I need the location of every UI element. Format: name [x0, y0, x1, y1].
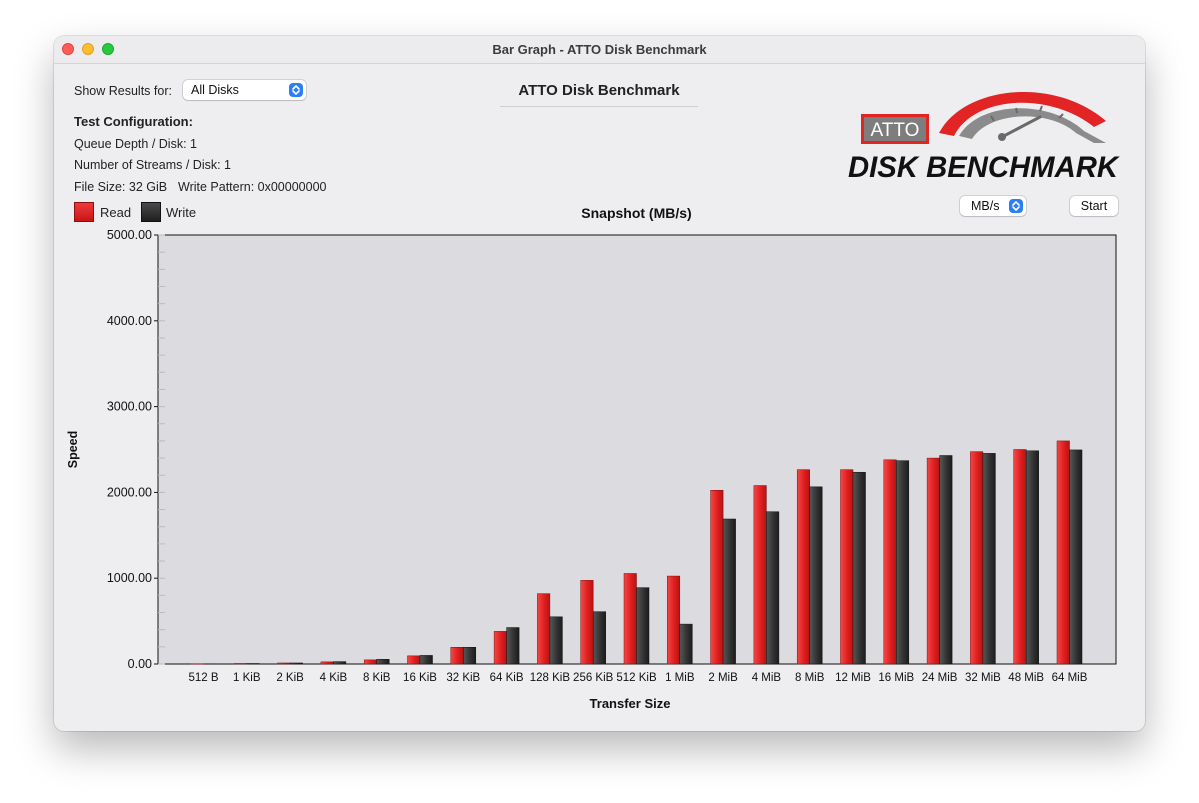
bar-read — [1013, 449, 1027, 665]
disk-select-value: All Disks — [191, 83, 239, 97]
x-tick-label: 4 MiB — [752, 672, 782, 684]
bar-read — [796, 469, 810, 665]
write-pattern-label: Write Pattern: 0x00000000 — [178, 180, 327, 194]
bar-write — [203, 663, 217, 665]
bar-write — [766, 511, 780, 665]
bar-chart: 0.00 1000.00 2000.00 3000.00 4000.00 5000.00 S… — [66, 228, 1117, 711]
bar-read — [883, 459, 897, 665]
chevron-updown-icon — [1009, 199, 1023, 213]
bar-read — [1056, 440, 1070, 665]
legend-read-swatch — [74, 202, 94, 222]
legend-write-swatch — [141, 202, 161, 222]
chevron-updown-icon — [289, 83, 303, 97]
x-tick-label: 16 MiB — [878, 672, 914, 684]
app-window: Bar Graph - ATTO Disk Benchmark Show Res… — [54, 36, 1145, 731]
bar-write — [636, 587, 650, 665]
bar-write — [246, 663, 260, 665]
atto-logo: ATTO DISK BENCHMARK — [844, 81, 1124, 184]
bar-read — [970, 451, 984, 665]
bar-read — [580, 580, 594, 665]
x-tick-label: 8 KiB — [363, 672, 391, 684]
x-tick-label: 2 MiB — [708, 672, 738, 684]
x-tick-label: 1 MiB — [665, 672, 695, 684]
y-axis-label: Speed — [66, 431, 80, 469]
units-select[interactable]: MB/s — [960, 196, 1026, 216]
x-tick-label: 512 B — [188, 672, 218, 684]
bar-read — [667, 575, 681, 665]
bar-read — [363, 659, 377, 665]
x-tick-label: 4 KiB — [320, 672, 348, 684]
bar-write — [592, 611, 606, 665]
x-tick-label: 32 MiB — [965, 672, 1001, 684]
app-header-title: ATTO Disk Benchmark — [518, 82, 680, 99]
bar-write — [679, 623, 693, 665]
x-tick-label: 64 KiB — [490, 672, 524, 684]
x-tick-label: 12 MiB — [835, 672, 871, 684]
bar-write — [289, 662, 303, 665]
bar-read — [840, 469, 854, 665]
bar-write — [939, 455, 953, 665]
bar-read — [277, 662, 291, 665]
bar-read — [320, 661, 334, 665]
bar-read — [753, 485, 767, 665]
bar-read — [407, 655, 421, 665]
x-tick-label: 2 KiB — [276, 672, 304, 684]
bar-write — [852, 471, 866, 665]
bar-read — [493, 631, 507, 665]
x-tick-label: 8 MiB — [795, 672, 825, 684]
show-results-label: Show Results for: — [74, 84, 172, 98]
y-tick-label: 3000.00 — [107, 400, 152, 414]
x-tick-label: 32 KiB — [446, 672, 480, 684]
bar-write — [419, 655, 433, 665]
y-tick-label: 1000.00 — [107, 571, 152, 585]
bar-read — [623, 573, 637, 665]
bar-write — [722, 518, 736, 665]
y-tick-label: 5000.00 — [107, 228, 152, 242]
queue-depth-label: Queue Depth / Disk: 1 — [74, 137, 197, 151]
bar-write — [506, 627, 520, 665]
header-divider — [500, 106, 698, 107]
bar-write — [809, 486, 823, 665]
bar-write — [376, 659, 390, 665]
test-config-heading: Test Configuration: — [74, 114, 193, 129]
y-tick-label: 0.00 — [128, 657, 152, 671]
x-tick-label: 1 KiB — [233, 672, 261, 684]
chart-title: Snapshot (MB/s) — [581, 205, 692, 221]
x-tick-label: 64 MiB — [1052, 672, 1088, 684]
logo-wordmark: DISK BENCHMARK — [848, 151, 1120, 181]
window-title: Bar Graph - ATTO Disk Benchmark — [492, 42, 707, 57]
bar-write — [333, 661, 347, 665]
bar-write — [982, 453, 996, 665]
legend-read-label: Read — [100, 205, 132, 220]
bar-read — [926, 457, 940, 665]
disk-select[interactable]: All Disks — [183, 80, 306, 100]
start-button[interactable]: Start — [1070, 196, 1118, 216]
legend-write-label: Write — [166, 205, 197, 220]
units-select-value: MB/s — [971, 199, 1000, 213]
y-tick-label: 4000.00 — [107, 314, 152, 328]
bar-read — [537, 593, 551, 665]
x-tick-label: 128 KiB — [530, 672, 571, 684]
file-size-label: File Size: 32 GiB — [74, 180, 168, 194]
y-tick-label: 2000.00 — [107, 485, 152, 499]
bar-write — [896, 460, 910, 665]
bar-write — [1069, 449, 1083, 665]
x-tick-label: 256 KiB — [573, 672, 614, 684]
x-axis-label: Transfer Size — [590, 696, 671, 711]
x-tick-label: 16 KiB — [403, 672, 437, 684]
bar-write — [549, 616, 563, 665]
bar-read — [710, 490, 724, 665]
title-bar: Bar Graph - ATTO Disk Benchmark — [54, 36, 1145, 64]
x-tick-label: 48 MiB — [1008, 672, 1044, 684]
x-tick-label: 512 KiB — [616, 672, 657, 684]
bar-read — [450, 647, 464, 665]
bar-write — [463, 647, 477, 665]
bar-read — [234, 663, 248, 665]
bar-read — [190, 663, 204, 665]
x-tick-label: 24 MiB — [922, 672, 958, 684]
bar-write — [1025, 450, 1039, 665]
streams-label: Number of Streams / Disk: 1 — [74, 158, 231, 172]
logo-badge-text: ATTO — [871, 120, 920, 141]
